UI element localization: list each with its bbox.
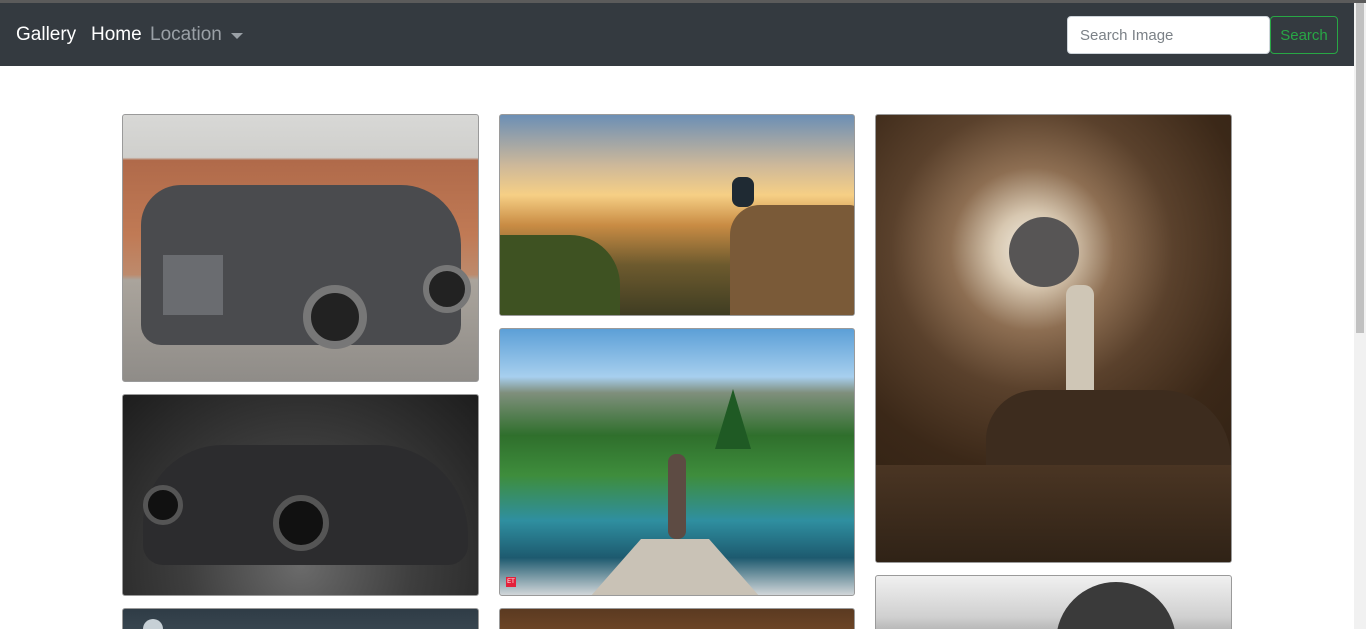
person-shape <box>668 454 686 539</box>
nav-location-label: Location <box>150 24 222 45</box>
person-shape <box>732 177 754 207</box>
moon-shape <box>143 619 163 629</box>
trees-shape <box>500 235 620 315</box>
gallery-image-brown[interactable] <box>499 608 855 629</box>
nav-location-dropdown[interactable]: Location <box>150 22 243 48</box>
wheel-shape-rear <box>423 265 471 313</box>
watermark-badge: ET <box>506 577 516 587</box>
gallery-image-bw[interactable] <box>875 575 1232 629</box>
gallery-image-lake-dock[interactable]: ET <box>499 328 855 596</box>
gallery-image-night-sky[interactable] <box>122 608 479 629</box>
bw-subject-shape <box>1056 582 1176 629</box>
scrollbar-thumb[interactable] <box>1356 3 1364 333</box>
brand-link[interactable]: Gallery <box>16 22 76 48</box>
wheel-shape-rear <box>143 485 183 525</box>
dock-shape <box>590 539 760 595</box>
gallery-image-coupe[interactable] <box>122 394 479 596</box>
wheel-shape <box>303 285 367 349</box>
search-input[interactable] <box>1067 16 1270 54</box>
gallery-image-suv[interactable] <box>122 114 479 382</box>
grille-shape <box>163 255 223 315</box>
gallery-image-moon-car[interactable] <box>875 114 1232 563</box>
tree-shape <box>715 389 751 449</box>
gallery-image-cliff-sunset[interactable] <box>499 114 855 316</box>
search-button[interactable]: Search <box>1270 16 1338 54</box>
nav-home-link[interactable]: Home <box>91 22 142 48</box>
cliff-shape <box>730 205 854 315</box>
page-scrollbar[interactable] <box>1354 3 1366 629</box>
moon-shape <box>1009 217 1079 287</box>
navbar: Gallery Home Location Search <box>0 3 1354 66</box>
field-shape <box>876 465 1231 562</box>
wheel-shape <box>273 495 329 551</box>
chevron-down-icon <box>230 33 243 39</box>
